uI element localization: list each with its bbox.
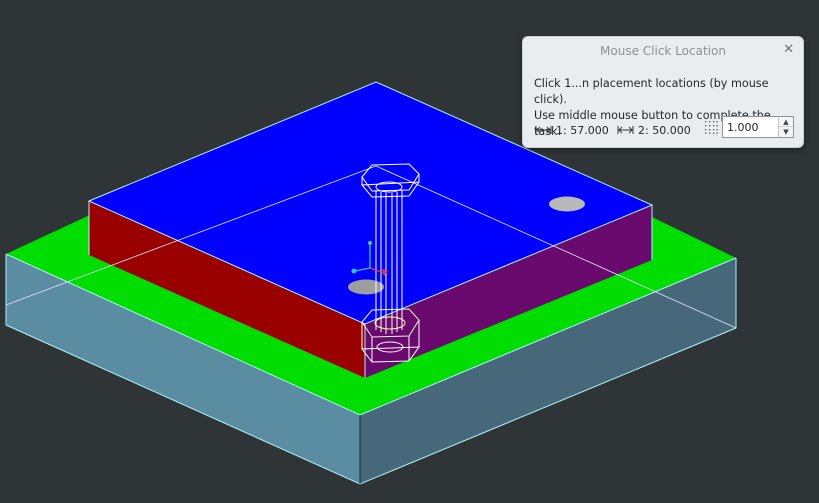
dimension-1-label: 1: xyxy=(556,123,567,137)
horizontal-dimension-icon xyxy=(535,126,552,134)
hole-left[interactable] xyxy=(348,279,384,295)
instruction-line-1: Click 1...n placement locations (by mous… xyxy=(534,77,769,106)
hole-right[interactable] xyxy=(549,196,585,212)
stepper-down-button[interactable]: ▼ xyxy=(779,127,793,137)
dialog-title: Mouse Click Location xyxy=(600,44,726,58)
mouse-click-location-dialog[interactable]: Mouse Click Location ✕ Click 1...n place… xyxy=(522,36,804,148)
stepper-up-button[interactable]: ▲ xyxy=(779,117,793,127)
horizontal-dimension-icon xyxy=(617,126,634,134)
grid-spacing-input[interactable] xyxy=(725,118,781,136)
dimension-1-value: 57.000 xyxy=(570,123,609,137)
close-icon[interactable]: ✕ xyxy=(783,42,794,58)
dimension-2-label: 2: xyxy=(638,123,649,137)
grid-spacing-icon xyxy=(705,121,718,134)
grid-spacing-stepper[interactable]: ▲ ▼ xyxy=(722,116,794,138)
stepper-arrows: ▲ ▼ xyxy=(778,117,793,137)
dimension-2-value: 50.000 xyxy=(652,123,691,137)
dimension-1-readout: 1: 57.000 xyxy=(535,122,609,138)
dimension-2-readout: 2: 50.000 xyxy=(617,122,691,138)
